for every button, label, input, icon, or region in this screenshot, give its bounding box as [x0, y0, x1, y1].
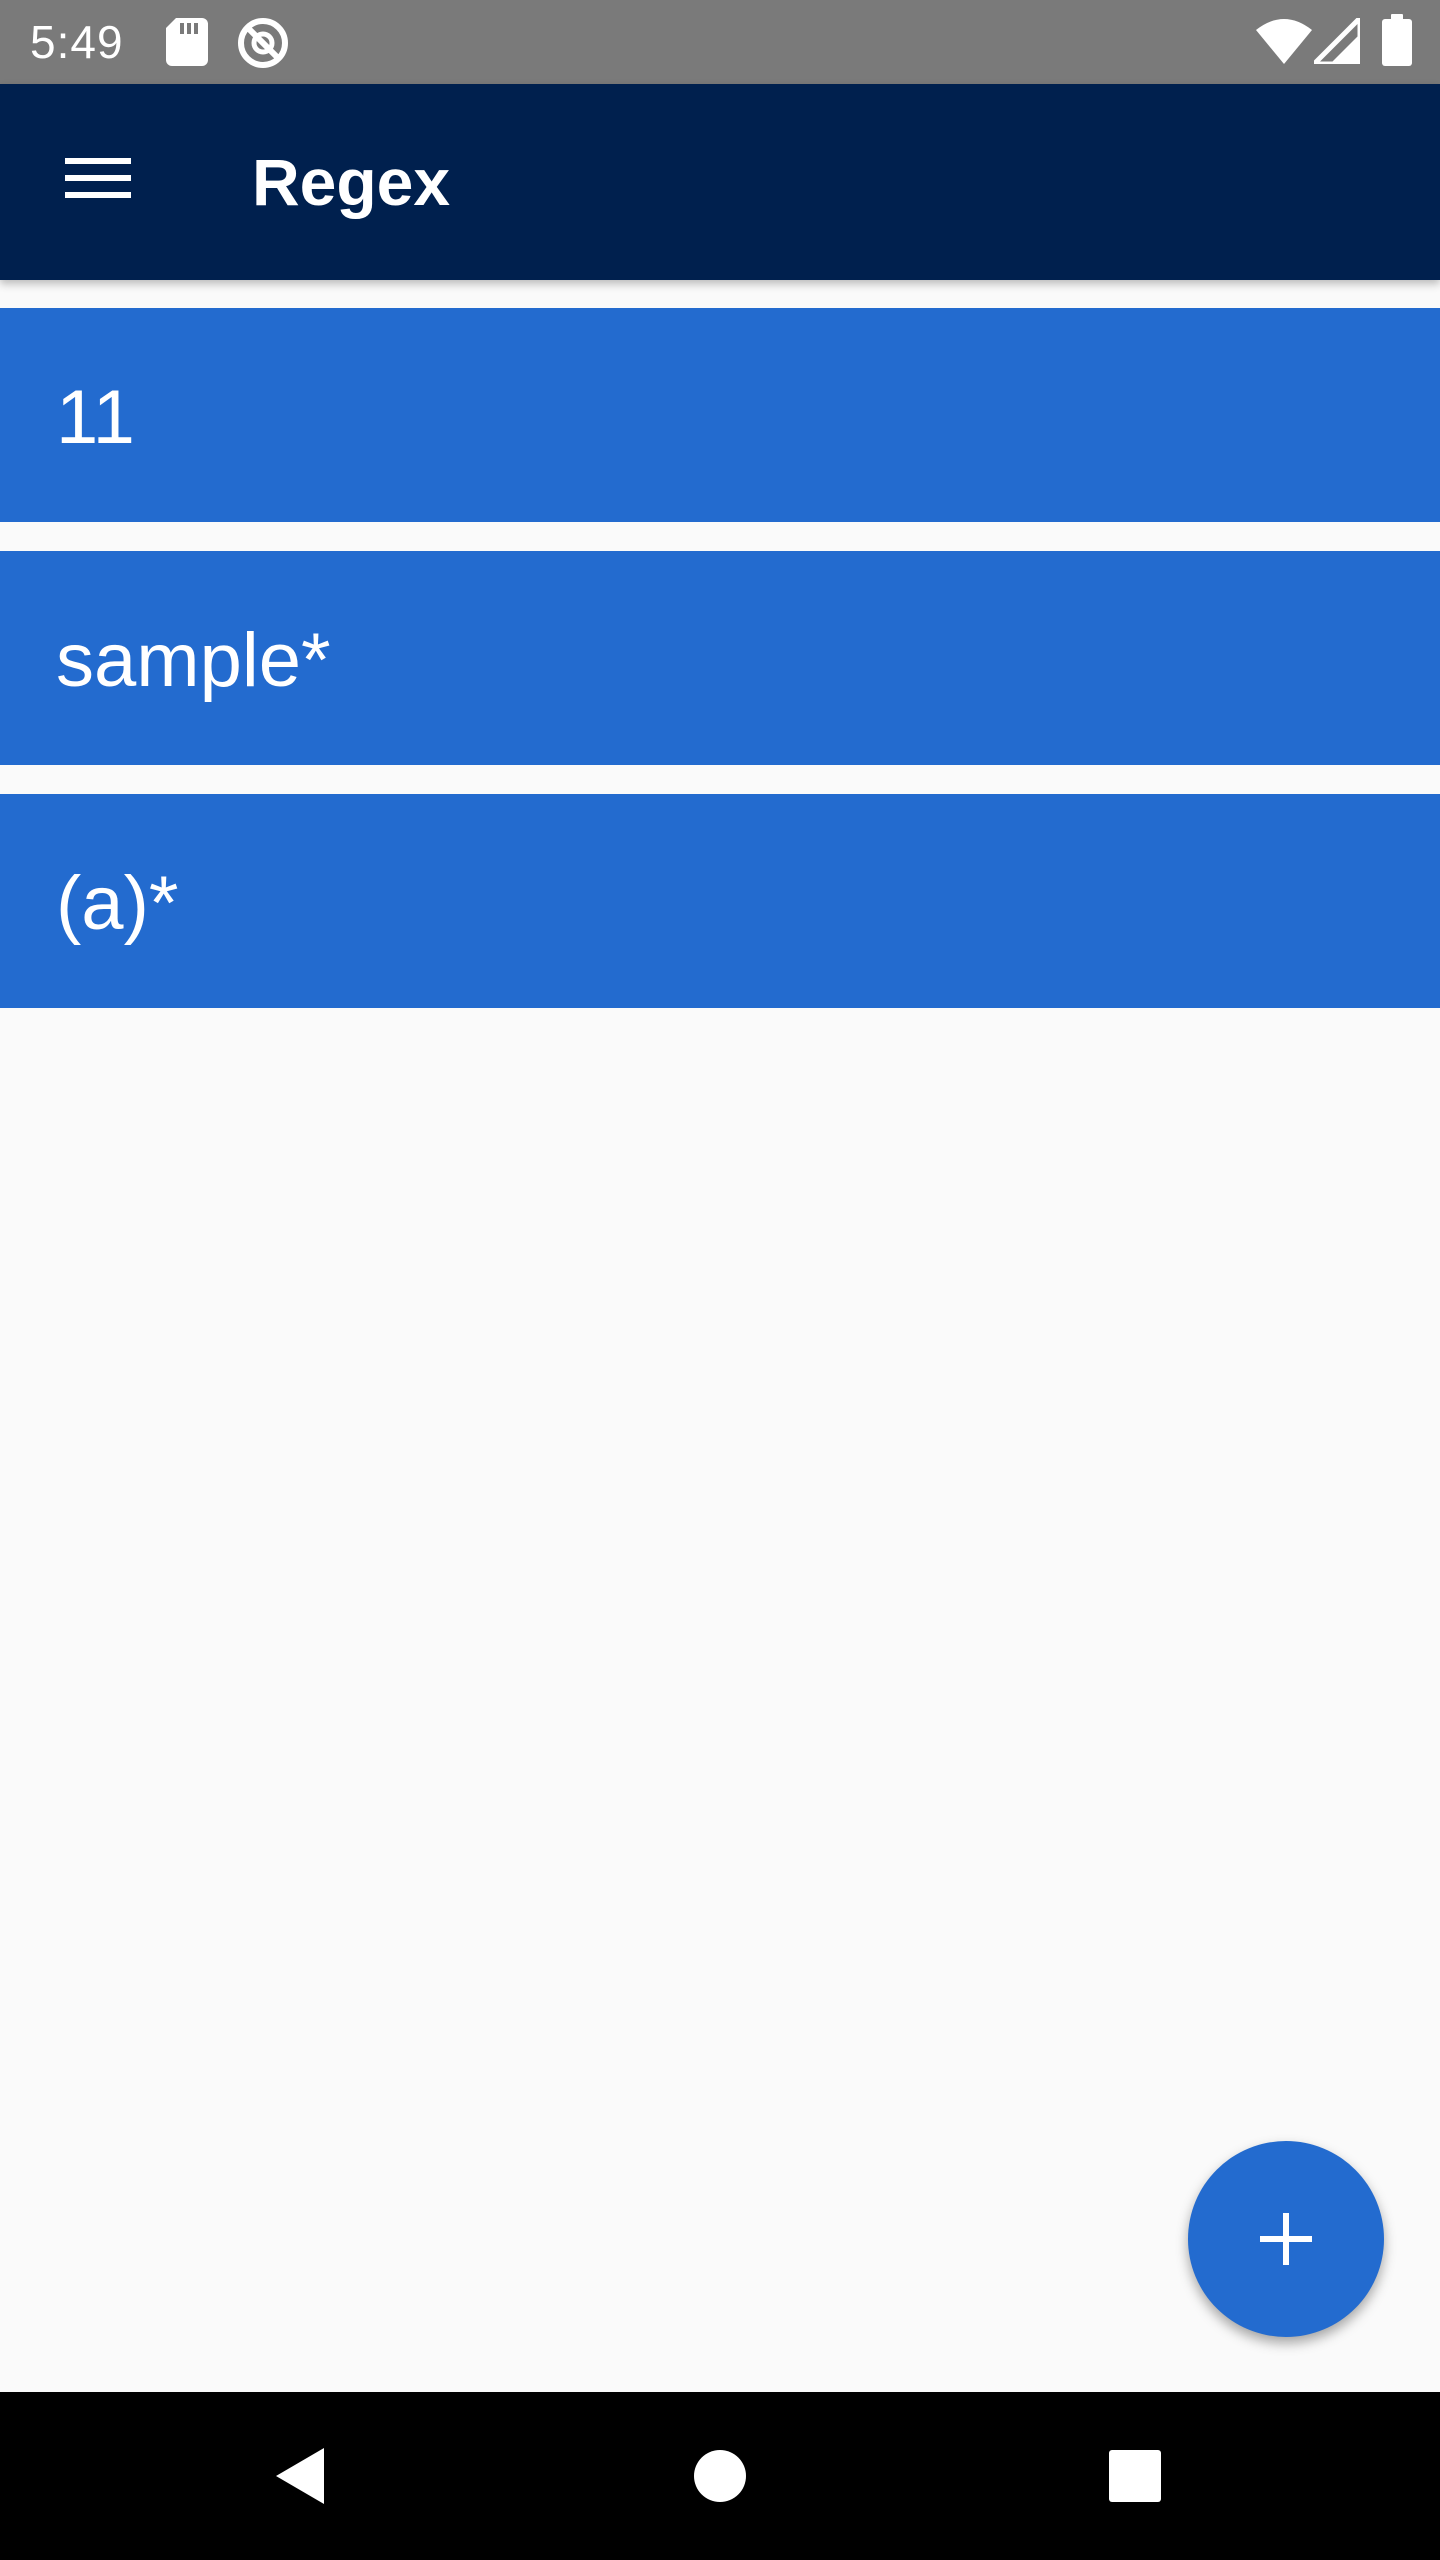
- list-item-label: (a)*: [56, 861, 179, 946]
- list-item-label: 11: [56, 375, 135, 460]
- navigation-bar: [0, 2392, 1440, 2560]
- back-icon[interactable]: [250, 2426, 350, 2531]
- home-icon[interactable]: [670, 2426, 770, 2531]
- hamburger-menu-icon: [65, 158, 131, 198]
- recents-icon[interactable]: [1085, 2426, 1185, 2531]
- add-regex-button[interactable]: [1188, 2141, 1384, 2337]
- page-title: Regex: [252, 145, 451, 219]
- plus-icon: [1260, 2213, 1312, 2265]
- status-bar: 5:49: [0, 0, 1440, 84]
- sync-icon: [236, 16, 290, 75]
- list-item-label: sample*: [56, 618, 331, 703]
- list-item[interactable]: sample*: [0, 551, 1440, 765]
- battery-icon: [1382, 14, 1412, 71]
- sd-card-icon: [166, 18, 208, 71]
- signal-icon: [1311, 15, 1363, 69]
- app-bar: [0, 84, 1440, 280]
- menu-button[interactable]: [50, 130, 146, 226]
- wifi-icon: [1256, 18, 1312, 69]
- list-item[interactable]: 11: [0, 308, 1440, 522]
- status-time: 5:49: [30, 16, 124, 68]
- list-item[interactable]: (a)*: [0, 794, 1440, 1008]
- regex-list: 11 sample* (a)*: [0, 308, 1440, 1037]
